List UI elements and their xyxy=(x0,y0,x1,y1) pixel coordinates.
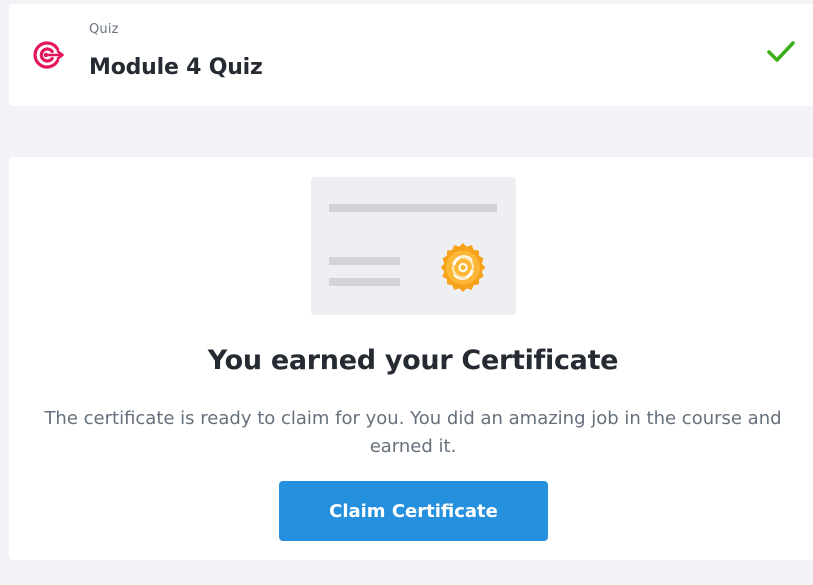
certificate-illustration xyxy=(311,177,516,315)
quiz-title[interactable]: Module 4 Quiz xyxy=(89,55,263,80)
target-icon xyxy=(31,39,67,71)
certificate-card: You earned your Certificate The certific… xyxy=(9,157,813,560)
check-icon xyxy=(767,40,795,64)
quiz-type-label: Quiz xyxy=(89,22,119,37)
quiz-header-card[interactable]: Quiz Module 4 Quiz xyxy=(9,4,813,106)
certificate-description: The certificate is ready to claim for yo… xyxy=(44,408,782,457)
claim-certificate-button[interactable]: Claim Certificate xyxy=(279,481,548,541)
certificate-heading: You earned your Certificate xyxy=(207,345,619,376)
